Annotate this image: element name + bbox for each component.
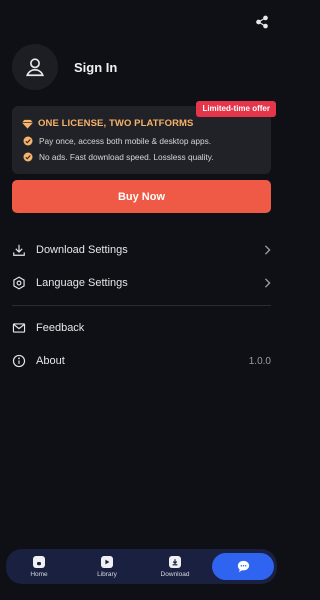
limited-offer-badge: Limited-time offer — [196, 101, 276, 117]
info-icon — [12, 354, 26, 368]
nav-download[interactable]: Download — [157, 549, 193, 584]
promo-title-text: ONE LICENSE, TWO PLATFORMS — [38, 118, 194, 129]
chevron-right-icon — [264, 245, 271, 255]
play-icon — [101, 555, 113, 568]
share-icon — [256, 15, 268, 29]
menu-label: Download Settings — [36, 244, 128, 256]
promo-title: ONE LICENSE, TWO PLATFORMS — [22, 118, 193, 129]
share-button[interactable] — [253, 13, 271, 31]
promo-point: No ads. Fast download speed. Lossless qu… — [23, 152, 214, 162]
nav-library[interactable]: Library — [92, 549, 122, 584]
promo-point-text: No ads. Fast download speed. Lossless qu… — [39, 152, 214, 162]
bottom-navigation: Home Library Download — [6, 549, 277, 584]
nav-home[interactable]: Home — [24, 549, 54, 584]
home-icon — [33, 555, 45, 568]
user-icon — [26, 58, 44, 77]
menu-item-language-settings[interactable]: Language Settings — [12, 271, 271, 295]
menu-label: Language Settings — [36, 277, 128, 289]
menu-item-feedback[interactable]: Feedback — [12, 316, 271, 340]
menu-item-about[interactable]: About 1.0.0 — [12, 349, 271, 373]
sign-in-link[interactable]: Sign In — [74, 60, 117, 75]
menu-label: Feedback — [36, 322, 85, 334]
chevron-right-icon — [264, 278, 271, 288]
promo-point: Pay once, access both mobile & desktop a… — [23, 136, 211, 146]
promo-point-text: Pay once, access both mobile & desktop a… — [39, 136, 212, 146]
diamond-icon — [22, 119, 33, 129]
chat-icon — [237, 560, 249, 573]
check-circle-icon — [23, 136, 33, 146]
settings-hex-icon — [12, 276, 26, 290]
buy-now-button[interactable]: Buy Now — [12, 180, 271, 213]
menu-label: About — [36, 355, 65, 367]
nav-label: Library — [97, 570, 117, 578]
download-icon — [12, 243, 26, 257]
promo-card: Limited-time offer ONE LICENSE, TWO PLAT… — [12, 101, 276, 174]
check-circle-icon — [23, 152, 33, 162]
avatar[interactable] — [12, 44, 58, 90]
mail-icon — [12, 321, 26, 335]
nav-label: Home — [30, 570, 48, 578]
menu-item-download-settings[interactable]: Download Settings — [12, 238, 271, 262]
nav-label: Download — [160, 570, 190, 578]
download-box-icon — [169, 555, 181, 568]
menu-divider — [12, 305, 271, 306]
profile-section[interactable]: Sign In — [12, 44, 117, 90]
app-version: 1.0.0 — [248, 355, 271, 367]
chat-button[interactable] — [212, 553, 274, 580]
